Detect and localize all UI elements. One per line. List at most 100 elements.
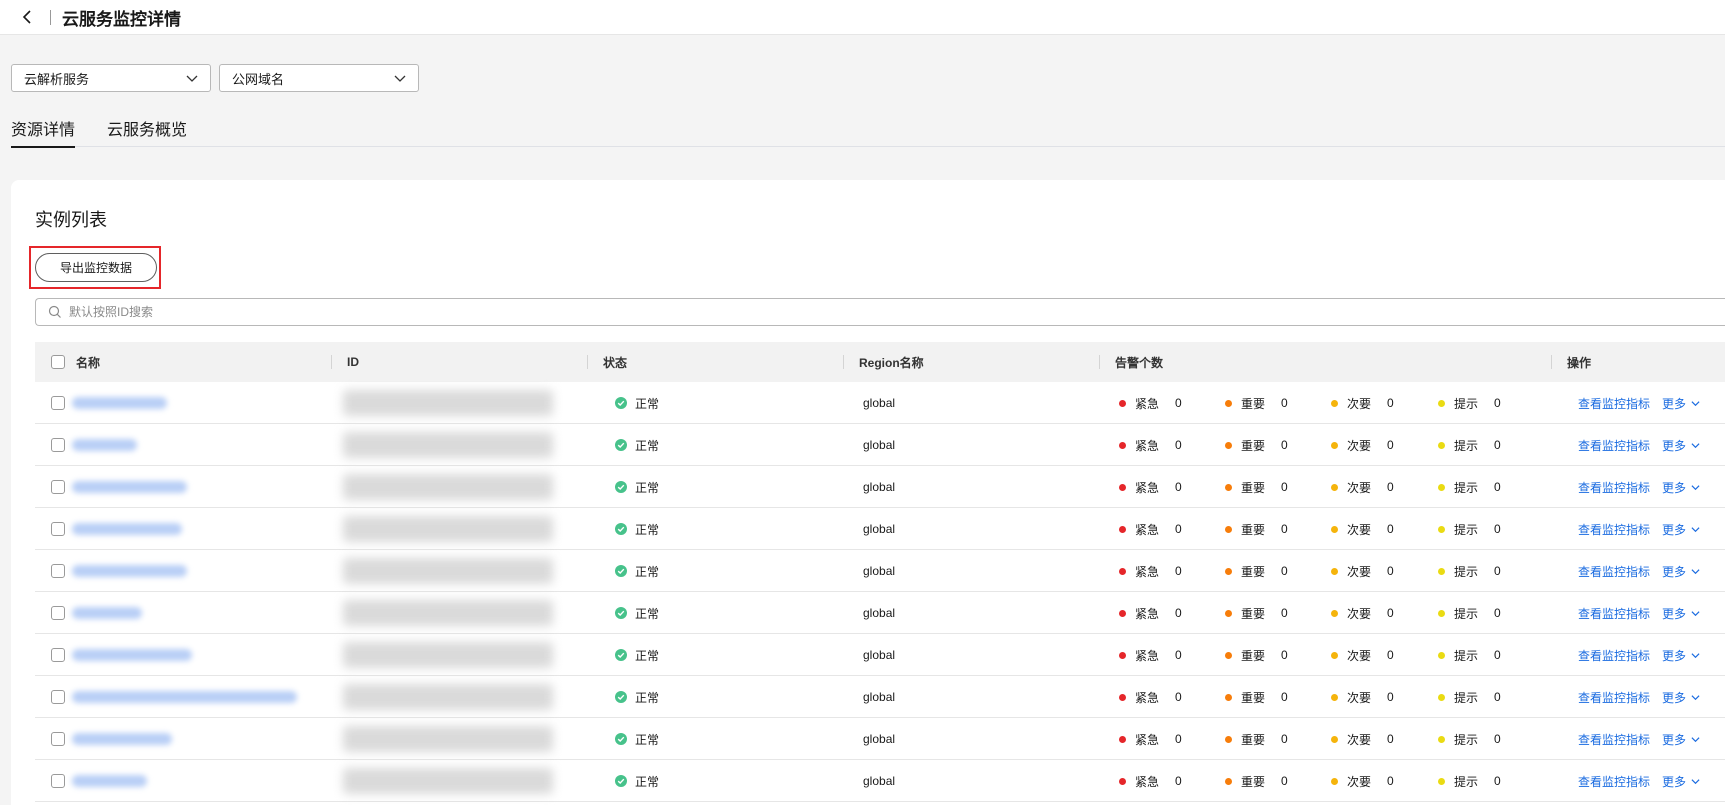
row-checkbox[interactable] [51,606,65,620]
alarm-major-label: 重要 [1241,522,1266,537]
more-actions-dropdown[interactable]: 更多 [1662,479,1700,496]
region-cell: global [863,438,896,452]
row-checkbox[interactable] [51,564,65,578]
instance-name-link[interactable] [72,607,142,619]
chevron-down-icon [1691,442,1700,448]
alarm-minor: 次要 0 [1331,508,1394,550]
status-cell: 正常 [615,718,659,760]
view-metrics-link[interactable]: 查看监控指标 [1578,605,1650,622]
back-arrow-icon[interactable] [20,10,34,24]
view-metrics-link[interactable]: 查看监控指标 [1578,437,1650,454]
alarm-critical: 紧急 0 [1119,382,1182,424]
more-actions-label: 更多 [1662,606,1687,621]
export-monitoring-data-button[interactable]: 导出监控数据 [35,253,157,282]
tab-service-overview[interactable]: 云服务概览 [107,116,187,146]
instance-name-link[interactable] [72,439,137,451]
instance-name-link[interactable] [72,565,187,577]
actions-cell: 查看监控指标 更多 [1578,550,1700,592]
alarm-minor-label: 次要 [1347,648,1372,663]
view-metrics-link[interactable]: 查看监控指标 [1578,773,1650,790]
alarm-major-count: 0 [1281,396,1288,410]
tab-resource-details[interactable]: 资源详情 [11,116,76,148]
more-actions-dropdown[interactable]: 更多 [1662,773,1700,790]
status-text: 正常 [635,522,660,537]
row-checkbox[interactable] [51,648,65,662]
select-all-checkbox[interactable] [51,355,65,369]
alarm-minor-label: 次要 [1347,396,1372,411]
instance-name-link[interactable] [72,775,147,787]
alarm-info: 提示 0 [1438,634,1501,676]
view-metrics-link[interactable]: 查看监控指标 [1578,395,1650,412]
instance-name-link[interactable] [72,481,187,493]
alarm-minor-label: 次要 [1347,732,1372,747]
col-status-header[interactable]: 状态 [603,342,627,382]
more-actions-dropdown[interactable]: 更多 [1662,689,1700,706]
status-cell: 正常 [615,676,659,718]
instance-id-redacted [343,390,553,416]
status-text: 正常 [635,396,660,411]
more-actions-dropdown[interactable]: 更多 [1662,647,1700,664]
alarm-info-label: 提示 [1454,690,1479,705]
alarm-major-dot [1225,483,1232,491]
alarm-critical-count: 0 [1175,522,1182,536]
service-select[interactable]: 云解析服务 [11,64,211,92]
instance-name-link[interactable] [72,649,192,661]
instance-name-link[interactable] [72,397,167,409]
alarm-minor-dot [1331,693,1338,701]
instance-name-link[interactable] [72,733,172,745]
more-actions-label: 更多 [1662,648,1687,663]
alarm-major-count: 0 [1281,606,1288,620]
view-metrics-link[interactable]: 查看监控指标 [1578,689,1650,706]
view-metrics-link[interactable]: 查看监控指标 [1578,731,1650,748]
more-actions-dropdown[interactable]: 更多 [1662,605,1700,622]
more-actions-dropdown[interactable]: 更多 [1662,437,1700,454]
row-checkbox[interactable] [51,396,65,410]
row-checkbox[interactable] [51,732,65,746]
dimension-select[interactable]: 公网域名 [219,64,419,92]
alarm-info-label: 提示 [1454,438,1479,453]
check-circle-icon [615,649,627,661]
more-actions-dropdown[interactable]: 更多 [1662,395,1700,412]
search-input[interactable] [69,300,1725,324]
chevron-down-icon [1691,610,1700,616]
alarm-info-dot [1438,609,1445,617]
alarm-info-dot [1438,651,1445,659]
instance-list-panel: 实例列表 导出监控数据 名称 ID 状态 Region名称 告警个数 操作 [11,180,1725,805]
row-checkbox[interactable] [51,480,65,494]
more-actions-dropdown[interactable]: 更多 [1662,563,1700,580]
status-text: 正常 [635,564,660,579]
more-actions-dropdown[interactable]: 更多 [1662,731,1700,748]
view-metrics-link[interactable]: 查看监控指标 [1578,521,1650,538]
alarm-info-count: 0 [1494,480,1501,494]
row-checkbox[interactable] [51,774,65,788]
row-checkbox[interactable] [51,438,65,452]
col-name-header[interactable]: 名称 [76,342,100,382]
col-id-header[interactable]: ID [347,342,359,382]
alarm-minor-dot [1331,525,1338,533]
row-checkbox[interactable] [51,690,65,704]
view-metrics-link[interactable]: 查看监控指标 [1578,479,1650,496]
instance-name-cell [72,550,187,592]
status-text: 正常 [635,774,660,789]
alarm-critical: 紧急 0 [1119,718,1182,760]
row-checkbox[interactable] [51,522,65,536]
alarm-info-dot [1438,735,1445,743]
instance-id-cell [343,508,553,550]
view-metrics-link[interactable]: 查看监控指标 [1578,563,1650,580]
alarm-minor-count: 0 [1387,648,1394,662]
dimension-select-value: 公网域名 [232,71,285,87]
alarm-critical: 紧急 0 [1119,676,1182,718]
more-actions-label: 更多 [1662,522,1687,537]
col-region-header[interactable]: Region名称 [859,342,924,382]
search-box[interactable] [35,298,1725,326]
col-alarms-header[interactable]: 告警个数 [1115,342,1163,382]
alarm-critical-count: 0 [1175,480,1182,494]
view-metrics-link[interactable]: 查看监控指标 [1578,647,1650,664]
alarm-info: 提示 0 [1438,550,1501,592]
more-actions-dropdown[interactable]: 更多 [1662,521,1700,538]
row-select-cell [51,760,65,802]
instance-name-link[interactable] [72,523,182,535]
alarm-major-dot [1225,735,1232,743]
alarm-major-label: 重要 [1241,606,1266,621]
instance-name-link[interactable] [72,691,297,703]
